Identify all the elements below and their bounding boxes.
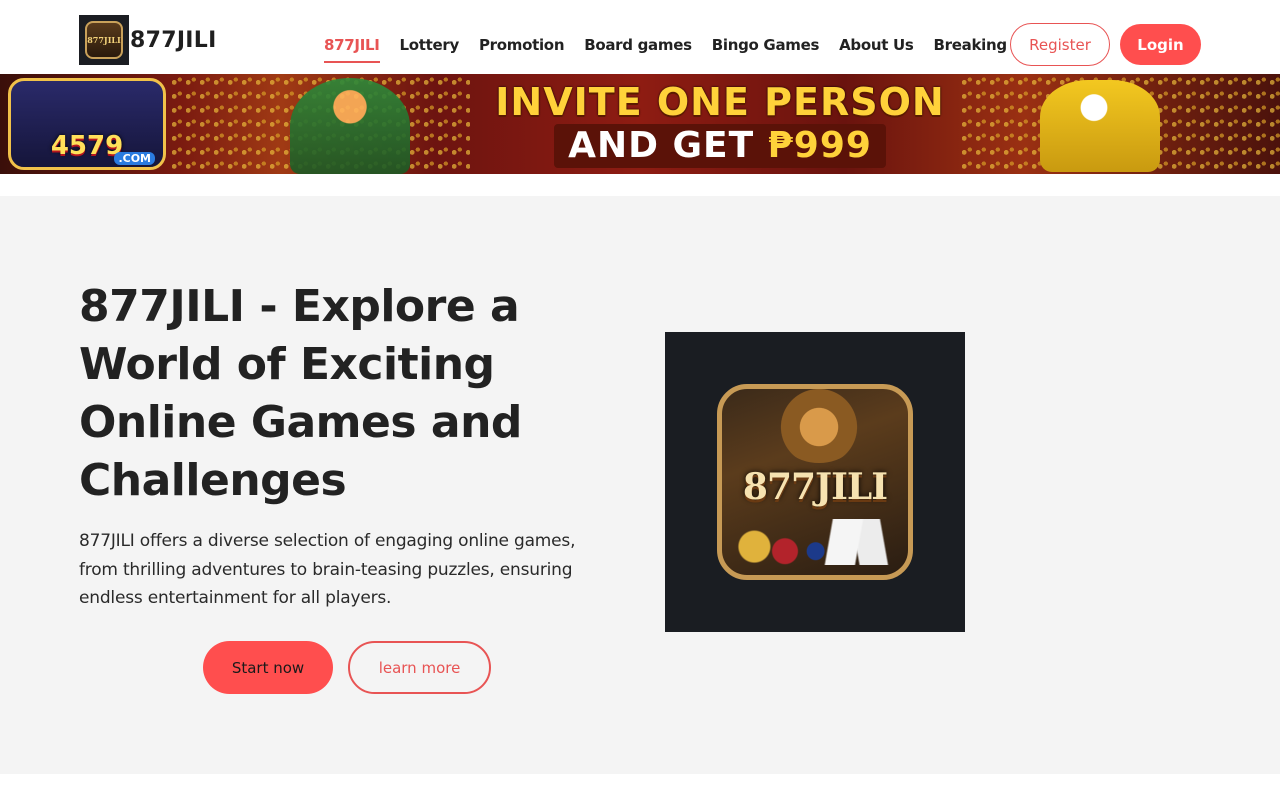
promo-banner[interactable]: 4579 .COM INVITE ONE PERSON AND GET ₱999 — [0, 74, 1280, 174]
start-now-button[interactable]: Start now — [203, 641, 333, 694]
promo-line-2: AND GET ₱999 — [554, 124, 886, 168]
app-icon-name: 877JILI — [742, 466, 888, 508]
learn-more-button[interactable]: learn more — [348, 641, 491, 694]
nav-item-promotion[interactable]: Promotion — [479, 35, 565, 63]
login-button[interactable]: Login — [1120, 24, 1201, 65]
site-badge-sub: .COM — [114, 152, 155, 165]
hero-description: 877JILI offers a diverse selection of en… — [79, 531, 576, 608]
hero-app-image: 877JILI — [665, 332, 965, 632]
logo-mini-text: 877JILI — [85, 21, 123, 59]
register-button[interactable]: Register — [1010, 23, 1110, 66]
promo-text: INVITE ONE PERSON AND GET ₱999 — [470, 78, 970, 170]
nav-item-home[interactable]: 877JILI — [324, 35, 380, 63]
nav-item-board-games[interactable]: Board games — [584, 35, 692, 63]
site-badge: 4579 .COM — [8, 78, 166, 170]
main-nav: 877JILI Lottery Promotion Board games Bi… — [324, 35, 1056, 63]
page-bottom — [0, 774, 1280, 800]
site-header: 877JILI 877JILI 877JILI Lottery Promotio… — [0, 0, 1280, 74]
site-badge-text: 4579 — [50, 131, 124, 161]
logo-image: 877JILI — [79, 15, 129, 65]
promo-line-1: INVITE ONE PERSON — [495, 80, 945, 124]
brand-name: 877JILI — [130, 27, 217, 53]
app-icon: 877JILI — [717, 384, 913, 580]
casino-chips-art — [734, 519, 904, 565]
promo-line-2-prefix: AND GET — [568, 125, 768, 166]
nav-item-bingo-games[interactable]: Bingo Games — [712, 35, 820, 63]
nav-item-about-us[interactable]: About Us — [839, 35, 914, 63]
panda-character — [1040, 80, 1160, 172]
lion-art — [774, 389, 864, 463]
leprechaun-character — [290, 78, 410, 174]
hero-title: 877JILI - Explore a World of Exciting On… — [79, 281, 522, 506]
site-logo[interactable]: 877JILI 877JILI — [79, 15, 217, 65]
hero-section: 877JILI - Explore a World of Exciting On… — [0, 196, 1280, 774]
banner-spacer — [0, 174, 1280, 196]
promo-amount: ₱999 — [767, 125, 872, 166]
nav-item-lottery[interactable]: Lottery — [400, 35, 460, 63]
